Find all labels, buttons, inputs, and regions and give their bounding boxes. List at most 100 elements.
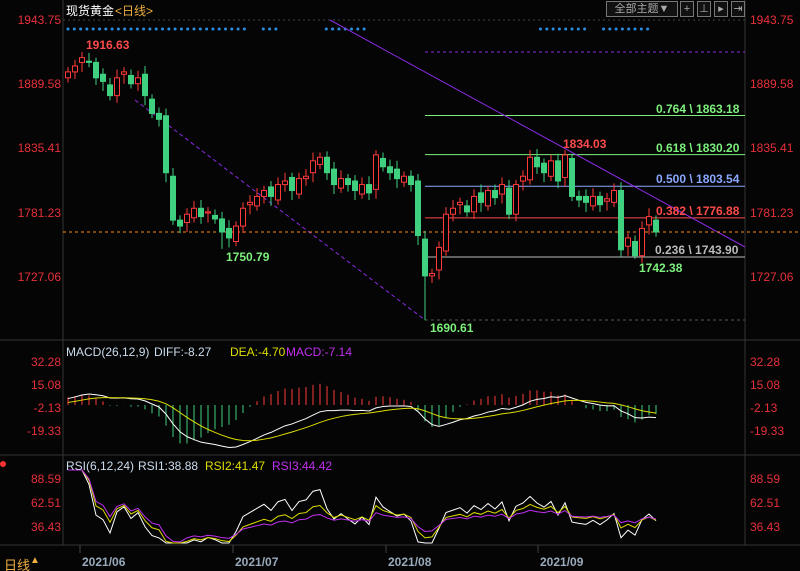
candle <box>282 180 288 186</box>
candle <box>86 60 92 63</box>
trend-line-dashed <box>134 99 426 321</box>
candle <box>450 207 456 215</box>
candle <box>205 211 211 214</box>
macd-diff: DIFF:-8.27 <box>154 345 212 359</box>
candle <box>422 238 428 277</box>
candle <box>380 157 386 168</box>
candle <box>415 180 421 237</box>
signal-dot <box>583 27 587 31</box>
signal-dot <box>261 27 265 31</box>
candle <box>632 240 638 257</box>
macd-axis-label: -2.13 <box>750 400 778 415</box>
signal-dot <box>274 27 278 31</box>
triangle-up-icon[interactable]: ▲ <box>30 555 40 566</box>
candle <box>275 184 281 201</box>
date-axis-label: 2021/09 <box>540 555 584 569</box>
candle <box>485 189 491 207</box>
candle <box>457 201 463 206</box>
signal-dot <box>230 27 234 31</box>
step-icon[interactable]: ▸ <box>714 1 728 17</box>
candle <box>569 157 575 197</box>
signal-dot <box>337 27 341 31</box>
indicator-dot <box>0 461 6 467</box>
signal-dot <box>154 27 158 31</box>
low-label: 1690.61 <box>430 321 474 335</box>
instrument-title: 现货黄金 <box>66 4 115 18</box>
candle <box>198 207 204 218</box>
candle <box>506 187 512 215</box>
signal-dot <box>324 27 328 31</box>
signal-dot <box>545 27 549 31</box>
signal-dot <box>116 27 120 31</box>
candle <box>107 84 113 97</box>
price-axis-label: 1727.06 <box>750 269 794 284</box>
signal-dot <box>148 27 152 31</box>
signal-dot <box>551 27 555 31</box>
candle <box>121 71 127 75</box>
candle <box>520 175 526 182</box>
candle <box>114 77 120 97</box>
rsi3-value: RSI3:44.42 <box>272 459 333 473</box>
candle <box>156 112 162 120</box>
candle <box>583 195 589 203</box>
candle <box>492 189 498 199</box>
candle <box>387 166 393 174</box>
end-icon[interactable]: ⇥ <box>731 1 745 17</box>
rsi2-value: RSI2:41.47 <box>205 459 266 473</box>
rsi-axis-label: 88.59 <box>750 472 781 486</box>
zoom-icon[interactable]: ⊥ <box>697 1 711 17</box>
candle <box>72 65 78 73</box>
macd-axis-label: -19.33 <box>26 423 61 438</box>
macd-axis-label: 15.08 <box>30 377 61 392</box>
period-toggle[interactable]: 日线 <box>4 555 30 571</box>
price-axis-label: 1835.41 <box>750 141 794 156</box>
signal-dot <box>179 27 183 31</box>
signal-dot <box>167 27 171 31</box>
candle <box>296 178 302 195</box>
crosshair-icon[interactable]: + <box>680 1 694 17</box>
candle <box>345 178 351 186</box>
candle <box>135 77 141 85</box>
candle <box>128 74 134 85</box>
candle <box>576 195 582 201</box>
signal-dot <box>161 27 164 31</box>
low-label: 1750.79 <box>226 250 270 264</box>
candle <box>142 73 148 97</box>
candle <box>429 273 435 277</box>
signal-dot <box>142 27 146 31</box>
signal-dot <box>224 27 227 31</box>
candle <box>471 195 477 213</box>
candle <box>513 184 519 215</box>
chart-canvas[interactable] <box>0 0 800 571</box>
signal-dot <box>614 27 618 31</box>
candle <box>289 176 295 191</box>
high-label: 1834.03 <box>563 137 607 151</box>
candle <box>191 207 197 219</box>
signal-dot <box>362 27 366 31</box>
candle <box>394 168 400 180</box>
theme-select[interactable]: 全部主题▼ <box>606 1 678 17</box>
signal-dot <box>186 27 190 31</box>
rsi1-line <box>68 469 657 544</box>
signal-dot <box>91 27 95 31</box>
signal-dot <box>639 27 643 31</box>
signal-dot <box>557 27 561 31</box>
signal-dot <box>173 27 177 31</box>
candle <box>184 213 190 224</box>
macd-axis-label: 32.28 <box>750 354 781 369</box>
price-axis-label: 1943.75 <box>17 13 61 27</box>
fib-level-label: 0.500 \ 1803.54 <box>656 172 740 187</box>
signal-dot <box>646 27 650 31</box>
signal-dot <box>85 27 89 31</box>
candle <box>464 205 470 213</box>
price-axis-label: 1727.06 <box>17 269 61 284</box>
price-axis-label: 1889.58 <box>750 77 794 92</box>
macd-axis-label: 32.28 <box>30 354 61 369</box>
signal-dot <box>129 27 133 31</box>
candle <box>324 156 330 174</box>
signal-dot <box>110 27 114 31</box>
candle <box>555 160 561 182</box>
signal-dot <box>570 27 574 31</box>
candle <box>65 71 71 79</box>
rsi-title: RSI(6,12,24) <box>66 459 135 473</box>
